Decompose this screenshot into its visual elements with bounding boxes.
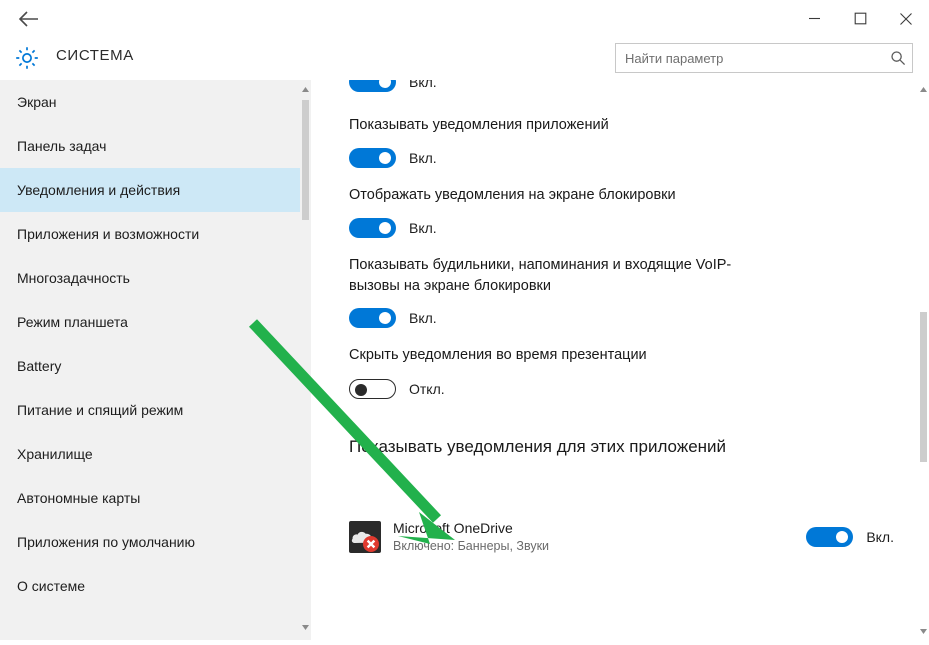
search-box[interactable] [615,43,913,73]
toggle-row[interactable]: Вкл. [349,148,609,168]
toggle-state-label: Вкл. [409,310,437,326]
sidebar-scrollbar-thumb[interactable] [302,100,309,220]
sidebar-item-7[interactable]: Питание и спящий режим [0,388,311,432]
toggle-row[interactable]: Вкл. [349,80,437,92]
toggle-switch[interactable] [349,80,396,92]
toggle-knob [379,80,391,88]
sidebar-item-5[interactable]: Режим планшета [0,300,311,344]
toggle-switch[interactable] [806,526,854,547]
sidebar-item-label: Battery [17,358,62,374]
sidebar-item-label: Режим планшета [17,314,128,330]
toggle-switch[interactable] [349,308,396,328]
search-input[interactable] [616,45,884,71]
toggle-knob [355,384,367,396]
sidebar-item-2[interactable]: Уведомления и действия [0,168,311,212]
sidebar-item-label: Экран [17,94,57,110]
app-row[interactable]: Microsoft OneDrive Включено: Баннеры, Зв… [349,520,894,553]
setting-row-lockscreen-notifications: Отображать уведомления на экране блокиро… [349,185,676,238]
maximize-button[interactable] [837,1,883,37]
window-titlebar [0,0,929,37]
sidebar-item-0[interactable]: Экран [0,80,311,124]
toggle-row[interactable]: Откл. [349,379,647,399]
setting-label: Показывать будильники, напоминания и вхо… [349,257,732,294]
toggle-state-label: Вкл. [409,150,437,166]
sidebar-item-9[interactable]: Автономные карты [0,476,311,520]
toggle-state-label: Вкл. [866,528,894,545]
chevron-down-icon[interactable] [917,624,929,638]
search-icon[interactable] [884,44,912,72]
toggle-switch[interactable] [349,218,396,238]
toggle-state-label: Вкл. [409,80,437,90]
sidebar-item-label: Приложения по умолчанию [17,534,195,550]
sidebar-item-label: Автономные карты [17,490,141,506]
setting-label: Отображать уведомления на экране блокиро… [349,187,676,203]
toggle-knob [379,222,391,234]
sidebar-scrollbar[interactable] [300,80,311,640]
setting-label: Показывать уведомления приложений [349,117,609,133]
settings-sidebar: Экран Панель задач Уведомления и действия П… [0,80,311,640]
section-heading: Показывать уведомления для этих приложен… [349,437,727,456]
sidebar-item-11[interactable]: О системе [0,564,311,608]
sidebar-item-label: Питание и спящий режим [17,402,184,418]
sidebar-item-10[interactable]: Приложения по умолчанию [0,520,311,564]
setting-row-app-notifications: Показывать уведомления приложений Вкл. [349,115,609,168]
sidebar-item-label: Уведомления и действия [17,182,181,198]
app-texts: Microsoft OneDrive Включено: Баннеры, Зв… [393,520,549,553]
page-title: СИСТЕМА [56,47,134,64]
setting-row-partial: Вкл. [349,80,437,92]
onedrive-error-icon [349,520,381,553]
content-scrollbar[interactable] [917,80,929,640]
back-arrow-icon[interactable] [6,4,52,34]
chevron-down-icon[interactable] [300,620,311,634]
app-name: Microsoft OneDrive [393,520,513,536]
minimize-button[interactable] [791,1,837,37]
setting-row-hide-during-presentation: Скрыть уведомления во время презентации … [349,345,647,399]
sidebar-item-1[interactable]: Панель задач [0,124,311,168]
toggle-row[interactable]: Вкл. [806,526,894,547]
sidebar-item-label: Хранилище [17,446,93,462]
setting-label: Скрыть уведомления во время презентации [349,347,647,363]
toggle-row[interactable]: Вкл. [349,308,769,328]
setting-row-alarms-voip: Показывать будильники, напоминания и вхо… [349,255,769,328]
toggle-switch[interactable] [349,148,396,168]
content-scrollbar-thumb[interactable] [920,312,927,462]
sidebar-item-label: Многозадачность [17,270,130,286]
gear-icon [12,43,42,73]
toggle-knob [379,152,391,164]
chevron-up-icon[interactable] [917,82,929,96]
app-status-subtext: Включено: Баннеры, Звуки [393,539,550,553]
close-button[interactable] [883,1,929,37]
toggle-row[interactable]: Вкл. [349,218,676,238]
settings-header: СИСТЕМА [0,37,929,80]
sidebar-item-6[interactable]: Battery [0,344,311,388]
app-notification-row: Microsoft OneDrive Включено: Баннеры, Зв… [349,520,894,553]
toggle-knob [379,312,391,324]
sidebar-item-3[interactable]: Приложения и возможности [0,212,311,256]
sidebar-nav-list: Экран Панель задач Уведомления и действия П… [0,80,311,608]
sidebar-item-label: Панель задач [17,138,107,154]
toggle-switch[interactable] [349,379,396,399]
sidebar-item-label: О системе [17,578,86,594]
toggle-knob [836,530,849,543]
chevron-up-icon[interactable] [300,82,311,96]
sidebar-item-label: Приложения и возможности [17,226,200,242]
settings-content: Вкл. Показывать уведомления приложений В… [311,80,929,640]
toggle-state-label: Откл. [409,381,445,397]
sidebar-item-8[interactable]: Хранилище [0,432,311,476]
toggle-state-label: Вкл. [409,220,437,236]
sidebar-item-4[interactable]: Многозадачность [0,256,311,300]
